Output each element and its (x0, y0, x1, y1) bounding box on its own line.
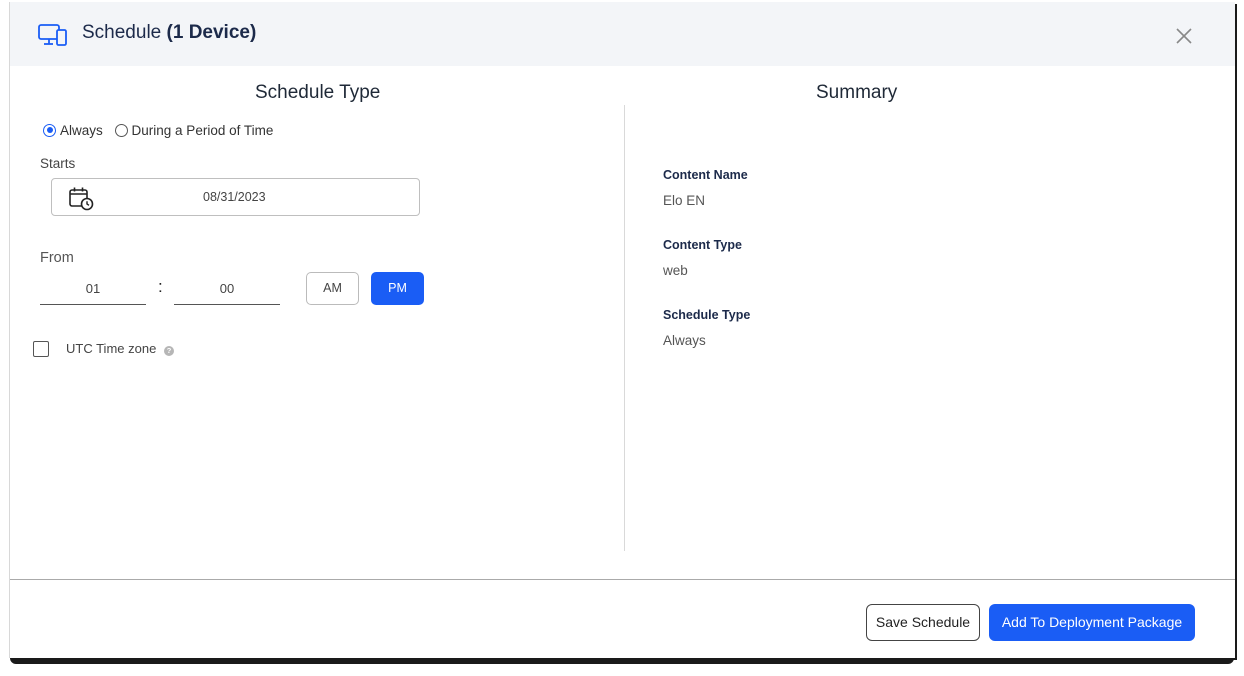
summary-key-content-type: Content Type (663, 238, 742, 252)
from-label: From (40, 250, 74, 266)
am-button[interactable]: AM (306, 272, 359, 305)
calendar-clock-icon[interactable] (68, 185, 94, 211)
time-separator: : (158, 277, 163, 296)
pm-button[interactable]: PM (371, 272, 424, 305)
schedule-type-heading: Schedule Type (255, 82, 381, 103)
utc-label: UTC Time zone (66, 341, 157, 356)
column-divider (624, 105, 625, 551)
footer-divider (10, 579, 1235, 580)
schedule-type-options: Always During a Period of Time (43, 122, 281, 138)
summary-key-content-name: Content Name (663, 168, 748, 182)
minute-input[interactable] (174, 272, 280, 305)
utc-checkbox[interactable] (33, 341, 49, 357)
title-prefix: Schedule (82, 22, 162, 43)
radio-always[interactable] (43, 123, 56, 137)
modal-header: Schedule (1 Device) (10, 2, 1235, 66)
summary-heading: Summary (816, 82, 898, 103)
add-to-deployment-button[interactable]: Add To Deployment Package (989, 604, 1195, 641)
save-schedule-button[interactable]: Save Schedule (866, 604, 980, 641)
radio-always-label[interactable]: Always (60, 123, 103, 138)
summary-value-content-name: Elo EN (663, 193, 706, 208)
hour-input[interactable] (40, 272, 146, 305)
radio-period-label[interactable]: During a Period of Time (132, 123, 274, 138)
device-count: (1 Device) (166, 22, 257, 43)
summary-key-schedule-type: Schedule Type (663, 308, 751, 322)
start-date-value: 08/31/2023 (203, 190, 266, 204)
starts-label: Starts (40, 156, 76, 171)
help-icon[interactable]: ? (164, 346, 174, 356)
summary-value-content-type: web (663, 263, 688, 278)
start-date-field[interactable]: 08/31/2023 (51, 178, 420, 216)
close-icon[interactable] (1172, 24, 1196, 48)
schedule-modal: Schedule (1 Device) Schedule Type Always… (9, 2, 1235, 658)
summary-value-schedule-type: Always (663, 333, 706, 348)
devices-icon (38, 24, 67, 46)
modal-title: Schedule (1 Device) (82, 22, 256, 44)
radio-period[interactable] (114, 123, 128, 137)
